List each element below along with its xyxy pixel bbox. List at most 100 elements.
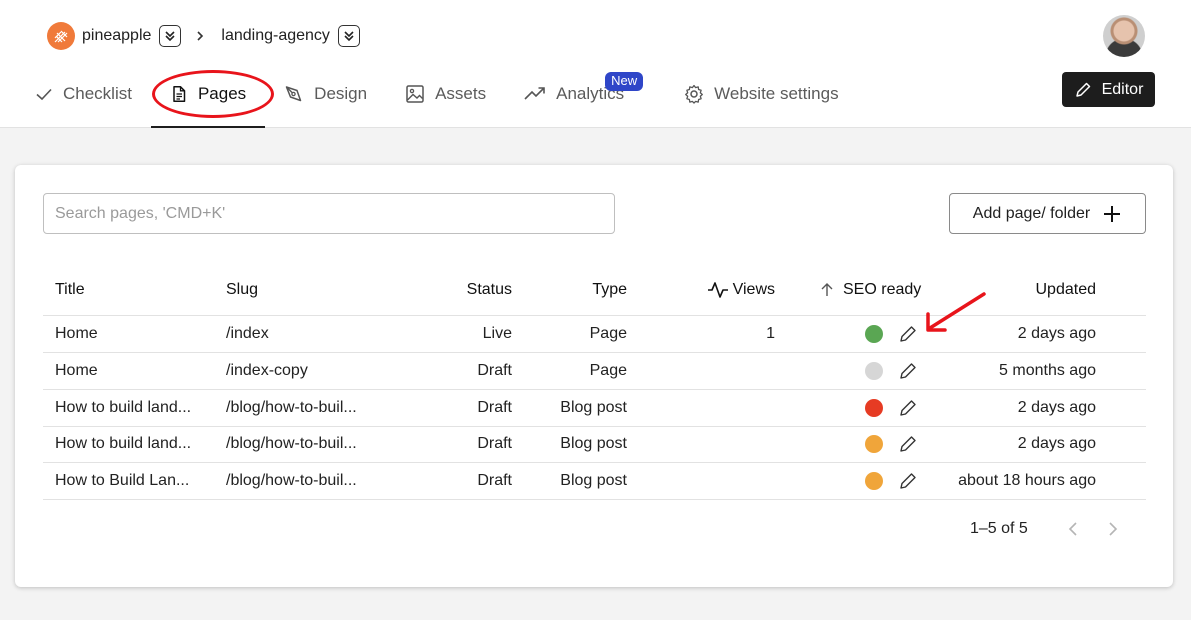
chevrons-down-icon — [344, 31, 354, 42]
gear-icon — [685, 84, 704, 104]
row-title: How to Build Lan... — [55, 472, 190, 489]
row-status: Draft — [477, 399, 512, 416]
seo-edit-button[interactable] — [898, 390, 918, 426]
breadcrumb: pineapple landing-agency — [47, 20, 360, 52]
chevron-left-icon — [1068, 522, 1077, 536]
table-row[interactable]: How to build land... /blog/how-to-buil...… — [43, 426, 1146, 463]
pages-card: Add page/ folder Title Slug Status Type … — [15, 165, 1173, 587]
plus-icon — [1104, 205, 1121, 222]
search-input[interactable] — [43, 193, 615, 234]
project-switch-button[interactable] — [337, 25, 360, 47]
row-type: Blog post — [560, 435, 627, 452]
tab-design[interactable]: Design — [265, 76, 386, 112]
add-button-label: Add page/ folder — [972, 204, 1091, 222]
trending-up-icon — [524, 87, 545, 100]
editor-button[interactable]: Editor — [1062, 72, 1155, 107]
tab-website-settings[interactable]: Website settings — [665, 76, 857, 112]
column-header-updated[interactable]: Updated — [1036, 265, 1097, 315]
row-type: Page — [589, 362, 627, 379]
views-label: Views — [732, 281, 775, 298]
seo-status-indicator — [865, 353, 883, 389]
pencil-icon — [900, 363, 916, 379]
row-title: Home — [55, 362, 98, 379]
chevron-right-icon — [195, 30, 205, 42]
row-title: How to build land... — [55, 435, 192, 452]
next-page-button[interactable] — [1108, 521, 1118, 537]
row-slug: /blog/how-to-buil... — [226, 399, 357, 416]
tab-pages[interactable]: Pages — [150, 76, 266, 128]
new-badge: New — [605, 72, 644, 91]
row-views: 1 — [766, 325, 775, 342]
tab-label: Pages — [197, 84, 247, 103]
seo-status-indicator — [865, 463, 883, 499]
user-avatar[interactable] — [1103, 15, 1145, 57]
add-page-folder-button[interactable]: Add page/ folder — [949, 193, 1146, 234]
seo-edit-button[interactable] — [898, 316, 918, 352]
pencil-icon — [1075, 82, 1090, 97]
column-header-slug[interactable]: Slug — [226, 265, 258, 315]
tab-label: Website settings — [714, 84, 839, 103]
pen-tool-icon — [285, 86, 302, 102]
row-slug: /index — [226, 325, 269, 342]
seo-edit-button[interactable] — [898, 353, 918, 389]
row-slug: /blog/how-to-buil... — [226, 472, 357, 489]
tab-analytics[interactable]: Analytics New — [505, 72, 644, 112]
seo-status-indicator — [865, 426, 883, 462]
chevron-right-icon — [1109, 522, 1117, 536]
editor-label: Editor — [1101, 80, 1144, 98]
project-name[interactable]: landing-agency — [221, 27, 330, 45]
row-updated: 2 days ago — [1017, 325, 1096, 342]
column-header-type[interactable]: Type — [592, 265, 627, 315]
row-updated: 2 days ago — [1017, 435, 1096, 452]
seo-status-dot — [865, 472, 883, 490]
column-header-seo[interactable]: SEO ready — [819, 265, 921, 315]
seo-edit-button[interactable] — [898, 426, 918, 462]
tab-checklist[interactable]: Checklist — [35, 76, 151, 112]
pagination-range: 1–5 of 5 — [970, 520, 1028, 537]
table-row[interactable]: How to build land... /blog/how-to-buil...… — [43, 390, 1146, 427]
pineapple-logo-icon — [47, 22, 75, 50]
pagination: 1–5 of 5 — [970, 517, 1118, 541]
check-icon — [36, 88, 52, 101]
row-slug: /index-copy — [226, 362, 308, 379]
activity-icon — [707, 282, 728, 298]
seo-status-dot — [865, 435, 883, 453]
tab-label: Design — [314, 84, 368, 103]
row-status: Draft — [477, 435, 512, 452]
seo-status-dot — [865, 362, 883, 380]
row-slug: /blog/how-to-buil... — [226, 435, 357, 452]
tab-label: Assets — [435, 84, 487, 103]
seo-status-indicator — [865, 316, 883, 352]
workspace-name[interactable]: pineapple — [82, 27, 151, 45]
row-updated: 2 days ago — [1017, 399, 1096, 416]
table-row[interactable]: How to Build Lan... /blog/how-to-buil... D… — [43, 463, 1146, 500]
row-type: Blog post — [560, 472, 627, 489]
column-header-views[interactable]: Views — [707, 265, 775, 315]
table-header: Title Slug Status Type Views SEO ready U… — [43, 265, 1146, 316]
row-title: Home — [55, 325, 98, 342]
row-status: Live — [482, 325, 512, 342]
pencil-icon — [900, 473, 916, 489]
row-status: Draft — [477, 362, 512, 379]
pencil-icon — [900, 326, 916, 342]
document-icon — [173, 86, 186, 102]
image-icon — [406, 85, 424, 103]
seo-status-indicator — [865, 390, 883, 426]
column-header-title[interactable]: Title — [55, 265, 85, 315]
top-bar: pineapple landing-agency Editor Checklis… — [0, 0, 1191, 128]
main-tabs: Checklist Pages Design Assets Analytics … — [35, 72, 858, 128]
workspace-switch-button[interactable] — [159, 25, 182, 47]
row-updated: about 18 hours ago — [958, 472, 1096, 489]
pencil-icon — [900, 436, 916, 452]
tab-assets[interactable]: Assets — [386, 76, 505, 112]
seo-edit-button[interactable] — [898, 463, 918, 499]
tab-label: Checklist — [63, 84, 132, 103]
row-type: Page — [589, 325, 627, 342]
seo-label: SEO ready — [843, 281, 922, 298]
pencil-icon — [900, 400, 916, 416]
table-row[interactable]: Home/index Live Page 1 2 days ago — [43, 316, 1146, 353]
column-header-status[interactable]: Status — [467, 265, 512, 315]
row-status: Draft — [477, 472, 512, 489]
table-row[interactable]: Home/index-copy Draft Page 5 months ago — [43, 353, 1146, 390]
prev-page-button[interactable] — [1068, 521, 1078, 537]
